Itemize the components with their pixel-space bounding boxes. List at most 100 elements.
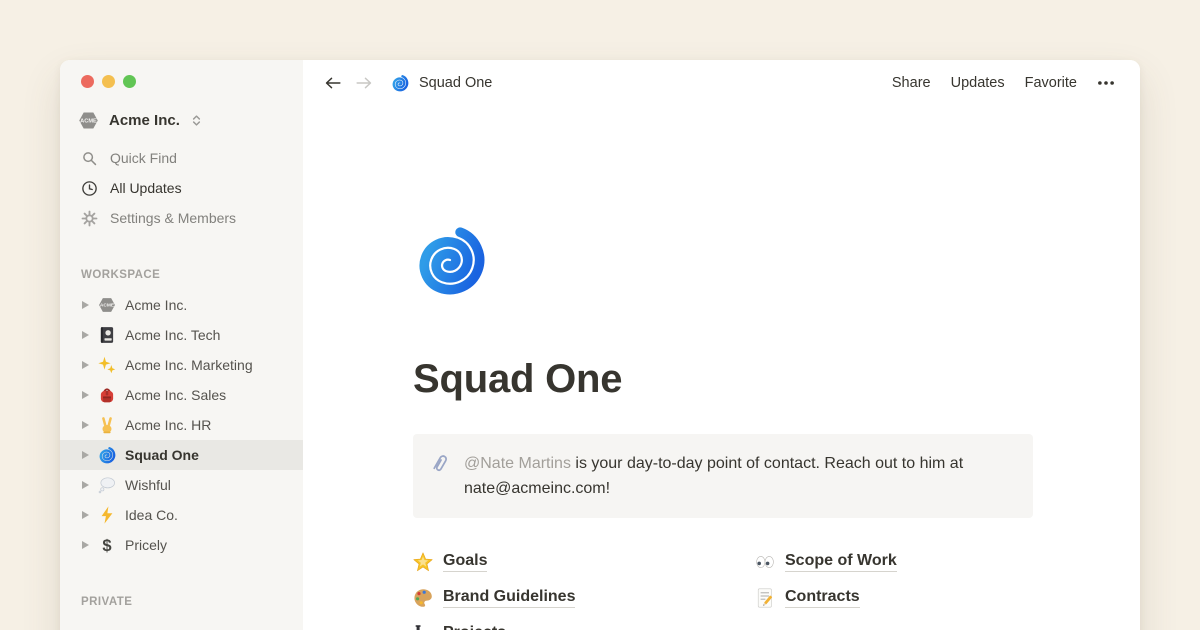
sidebar-item-wishful[interactable]: Wishful [60,470,303,500]
chevron-updown-icon [190,114,203,127]
page-content: Squad One @Nate Martins is your day-to-d… [413,105,1033,630]
sidebar-item-settings-members[interactable]: Settings & Members [60,203,303,233]
gear-icon [81,210,98,227]
palette-icon [413,588,433,608]
link-scope-of-work[interactable]: Scope of Work [755,544,1033,580]
sidebar-item-acme-inc[interactable]: ACME Acme Inc. [60,290,303,320]
sidebar-item-pricely[interactable]: $ Pricely [60,530,303,560]
favorite-button[interactable]: Favorite [1025,75,1077,91]
person-mention[interactable]: @Nate Martins [464,455,571,472]
zoom-button[interactable] [123,75,136,88]
svg-text:ACME: ACME [80,118,97,124]
page-cyclone-icon[interactable] [413,223,487,297]
eyes-icon [755,552,775,572]
sidebar-item-acme-marketing[interactable]: Acme Inc. Marketing [60,350,303,380]
menu-label: Settings & Members [110,210,236,226]
sidebar-item-acme-tech[interactable]: Acme Inc. Tech [60,320,303,350]
sparkles-icon [98,356,116,374]
topbar: Squad One Share Updates Favorite [303,60,1140,105]
workspace-section-label: WORKSPACE [81,269,303,281]
expand-toggle-icon[interactable] [82,301,89,309]
page-item-label: Acme Inc. [125,297,187,313]
link-brand-guidelines[interactable]: Brand Guidelines [413,580,755,616]
link-projects[interactable]: Projects [413,616,755,630]
updates-button[interactable]: Updates [951,75,1005,91]
app-window: ACME Acme Inc. Quick Find All Updates Se… [60,60,1140,630]
menu-label: Quick Find [110,150,177,166]
menu-label: All Updates [110,180,182,196]
sidebar-item-acme-hr[interactable]: Acme Inc. HR [60,410,303,440]
link-label[interactable]: Goals [443,552,487,572]
nav-arrows [324,74,373,92]
acme-logo-icon: ACME [98,296,116,314]
window-controls [60,75,303,88]
sidebar-menu: Quick Find All Updates Settings & Member… [60,143,303,233]
link-label[interactable]: Contracts [785,588,860,608]
topbar-page-title: Squad One [419,75,492,91]
workspace-switcher[interactable]: ACME Acme Inc. [78,110,303,131]
notebook-icon [98,326,116,344]
backpack-icon [98,386,116,404]
locomotive-icon [413,624,433,630]
expand-toggle-icon[interactable] [82,541,89,549]
more-options-icon[interactable] [1097,74,1115,92]
page-item-label: Acme Inc. Sales [125,387,226,403]
page-item-label: Acme Inc. HR [125,417,211,433]
topbar-actions: Share Updates Favorite [892,74,1115,92]
expand-toggle-icon[interactable] [82,421,89,429]
callout-text: @Nate Martins is your day-to-day point o… [464,451,1017,501]
link-label[interactable]: Brand Guidelines [443,588,575,608]
page-item-label: Pricely [125,537,167,553]
private-section-label: PRIVATE [81,596,303,608]
high-voltage-icon [98,506,116,524]
close-button[interactable] [81,75,94,88]
link-label[interactable]: Scope of Work [785,552,897,572]
expand-toggle-icon[interactable] [82,391,89,399]
victory-hand-icon [98,416,116,434]
cyclone-icon [98,446,116,464]
memo-icon [755,588,775,608]
links-column-1: Goals Brand Guidelines Projects [413,544,755,630]
page-item-label: Idea Co. [125,507,178,523]
page-item-label: Squad One [125,447,199,463]
sidebar-item-squad-one[interactable]: Squad One [60,440,303,470]
expand-toggle-icon[interactable] [82,331,89,339]
page-links: Goals Brand Guidelines Projects Scope of [413,544,1033,630]
links-column-2: Scope of Work Contracts [755,544,1033,630]
paperclip-icon [429,453,451,475]
back-arrow-icon[interactable] [324,74,342,92]
page-title: Squad One [413,358,1033,400]
workspace-name: Acme Inc. [109,112,180,129]
share-button[interactable]: Share [892,75,931,91]
forward-arrow-icon[interactable] [355,74,373,92]
sidebar-item-acme-sales[interactable]: Acme Inc. Sales [60,380,303,410]
link-label[interactable]: Projects [443,624,506,630]
page-item-label: Acme Inc. Tech [125,327,220,343]
search-icon [81,150,98,167]
workspace-logo-icon: ACME [78,110,99,131]
workspace-page-list: ACME Acme Inc. Acme Inc. Tech Acme Inc. … [60,290,303,560]
sidebar-item-idea-co[interactable]: Idea Co. [60,500,303,530]
callout-block[interactable]: @Nate Martins is your day-to-day point o… [413,434,1033,518]
svg-text:$: $ [102,536,111,554]
page-item-label: Wishful [125,477,171,493]
minimize-button[interactable] [102,75,115,88]
expand-toggle-icon[interactable] [82,511,89,519]
expand-toggle-icon[interactable] [82,361,89,369]
expand-toggle-icon[interactable] [82,451,89,459]
link-contracts[interactable]: Contracts [755,580,1033,616]
dollar-icon: $ [98,536,116,554]
sidebar-item-all-updates[interactable]: All Updates [60,173,303,203]
star-icon [413,552,433,572]
main-area: Squad One Share Updates Favorite Squad O… [303,60,1140,630]
cyclone-icon [391,74,409,92]
svg-text:ACME: ACME [100,303,115,309]
breadcrumb[interactable]: Squad One [391,74,492,92]
expand-toggle-icon[interactable] [82,481,89,489]
thought-balloon-icon [98,476,116,494]
page-item-label: Acme Inc. Marketing [125,357,253,373]
link-goals[interactable]: Goals [413,544,755,580]
sidebar-item-quick-find[interactable]: Quick Find [60,143,303,173]
clock-icon [81,180,98,197]
sidebar: ACME Acme Inc. Quick Find All Updates Se… [60,60,303,630]
